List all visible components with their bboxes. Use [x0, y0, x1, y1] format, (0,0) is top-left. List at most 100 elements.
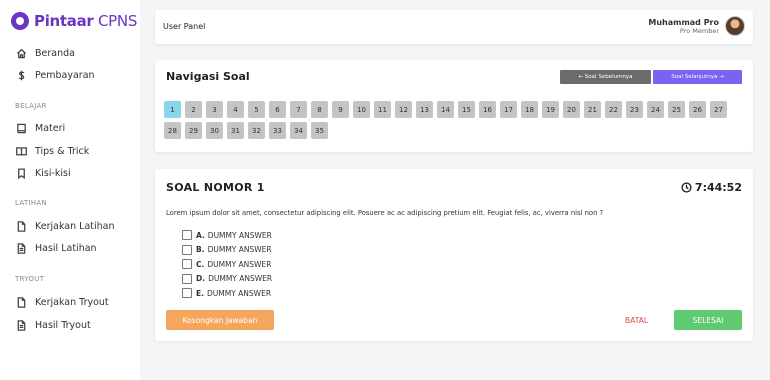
question-text: Lorem ipsum dolor sit amet, consectetur …: [166, 209, 604, 217]
brand-logo[interactable]: Pintaar CPNS: [11, 12, 137, 30]
file-text-icon: [15, 319, 27, 331]
sidebar-item-beranda[interactable]: Beranda: [15, 46, 75, 60]
option-letter: C.: [196, 259, 205, 269]
answer-checkbox[interactable]: [182, 288, 192, 299]
question-number-button[interactable]: 34: [290, 122, 307, 139]
question-number-button[interactable]: 30: [206, 122, 223, 139]
answer-checkbox[interactable]: [182, 273, 192, 284]
question-number-button[interactable]: 7: [290, 101, 307, 118]
section-label-tryout: TRYOUT: [15, 275, 45, 283]
option-text: DUMMY ANSWER: [208, 274, 273, 284]
sidebar-item-label: Hasil Tryout: [35, 319, 91, 331]
countdown-timer: 7:44:52: [681, 181, 742, 194]
answer-option-b[interactable]: B. DUMMY ANSWER: [182, 243, 272, 258]
sidebar-item-hasil-tryout[interactable]: Hasil Tryout: [15, 318, 91, 332]
question-number-button[interactable]: 27: [710, 101, 727, 118]
question-number-button[interactable]: 20: [563, 101, 580, 118]
file-icon: [15, 296, 27, 308]
answer-options: A. DUMMY ANSWER B. DUMMY ANSWER C. DUMMY AN…: [182, 228, 272, 301]
answer-option-a[interactable]: A. DUMMY ANSWER: [182, 228, 272, 243]
next-question-button[interactable]: Soal Selanjutnya →: [653, 70, 742, 84]
question-number-button[interactable]: 26: [689, 101, 706, 118]
dollar-icon: [15, 69, 27, 81]
question-number-button[interactable]: 32: [248, 122, 265, 139]
answer-checkbox[interactable]: [182, 259, 192, 270]
question-number-button[interactable]: 19: [542, 101, 559, 118]
question-number-button[interactable]: 10: [353, 101, 370, 118]
sidebar-item-label: Hasil Latihan: [35, 242, 97, 254]
question-number-button[interactable]: 13: [416, 101, 433, 118]
sidebar-item-label: Kisi-kisi: [35, 167, 71, 179]
sidebar-item-label: Kerjakan Tryout: [35, 296, 109, 308]
answer-option-c[interactable]: C. DUMMY ANSWER: [182, 257, 272, 272]
timer-value: 7:44:52: [694, 181, 742, 194]
bookmark-icon: [15, 167, 27, 179]
question-number-button[interactable]: 35: [311, 122, 328, 139]
question-number-button[interactable]: 4: [227, 101, 244, 118]
avatar[interactable]: [725, 16, 745, 36]
book-icon: [15, 122, 27, 134]
question-number-button[interactable]: 3: [206, 101, 223, 118]
finish-button[interactable]: SELESAI: [674, 310, 742, 330]
question-navigation-card: Navigasi Soal ← Soal Sebelumnya Soal Sel…: [155, 60, 753, 152]
answer-checkbox[interactable]: [182, 230, 192, 241]
question-title: SOAL NOMOR 1: [166, 181, 265, 194]
sidebar-item-pembayaran[interactable]: Pembayaran: [15, 68, 95, 82]
sidebar-item-tips-trick[interactable]: Tips & Trick: [15, 144, 89, 158]
section-label-belajar: BELAJAR: [15, 102, 47, 110]
question-number-button[interactable]: 11: [374, 101, 391, 118]
question-number-button[interactable]: 6: [269, 101, 286, 118]
user-role: Pro Member: [679, 26, 719, 35]
section-label-latihan: LATIHAN: [15, 199, 48, 207]
option-letter: E.: [196, 288, 204, 298]
answer-option-d[interactable]: D. DUMMY ANSWER: [182, 272, 272, 287]
cancel-button[interactable]: BATAL: [625, 316, 648, 325]
question-number-button[interactable]: 25: [668, 101, 685, 118]
brand-name: Pintaar CPNS: [34, 12, 138, 30]
question-number-button[interactable]: 33: [269, 122, 286, 139]
option-text: DUMMY ANSWER: [207, 259, 272, 269]
question-number-button[interactable]: 23: [626, 101, 643, 118]
top-bar: User Panel Muhammad Pro Pro Member: [155, 10, 753, 44]
page-title: User Panel: [163, 22, 206, 31]
question-card: SOAL NOMOR 1 7:44:52 Lorem ipsum dolor s…: [155, 169, 753, 341]
home-icon: [15, 47, 27, 59]
sidebar-item-hasil-latihan[interactable]: Hasil Latihan: [15, 241, 97, 255]
sidebar-item-label: Tips & Trick: [35, 145, 90, 157]
clear-answer-button[interactable]: Kosongkan Jawaban: [166, 310, 274, 330]
answer-option-e[interactable]: E. DUMMY ANSWER: [182, 286, 272, 301]
sidebar-item-label: Beranda: [35, 47, 75, 59]
question-number-button[interactable]: 5: [248, 101, 265, 118]
question-number-button[interactable]: 14: [437, 101, 454, 118]
question-number-button[interactable]: 21: [584, 101, 601, 118]
question-number-button[interactable]: 12: [395, 101, 412, 118]
sidebar-item-kisi-kisi[interactable]: Kisi-kisi: [15, 166, 71, 180]
sidebar-item-kerjakan-latihan[interactable]: Kerjakan Latihan: [15, 219, 115, 233]
question-number-button[interactable]: 18: [521, 101, 538, 118]
file-icon: [15, 220, 27, 232]
question-number-button[interactable]: 28: [164, 122, 181, 139]
question-number-button[interactable]: 9: [332, 101, 349, 118]
user-menu[interactable]: Muhammad Pro Pro Member: [648, 16, 745, 36]
question-number-button[interactable]: 31: [227, 122, 244, 139]
sidebar: Pintaar CPNS Beranda Pembayaran BELAJAR …: [0, 0, 140, 380]
logo-icon: [11, 12, 29, 30]
question-number-grid: 1 2 3 4 5 6 7 8 9 10 11 12 13 14 15 16 17 18 19 20 21 22 23 24 2…: [164, 101, 739, 139]
sidebar-item-label: Pembayaran: [35, 69, 95, 81]
question-number-button[interactable]: 15: [458, 101, 475, 118]
question-number-button[interactable]: 16: [479, 101, 496, 118]
question-number-button[interactable]: 1: [164, 101, 181, 118]
question-number-button[interactable]: 22: [605, 101, 622, 118]
question-number-button[interactable]: 17: [500, 101, 517, 118]
question-number-button[interactable]: 24: [647, 101, 664, 118]
question-number-button[interactable]: 2: [185, 101, 202, 118]
question-number-button[interactable]: 8: [311, 101, 328, 118]
option-text: DUMMY ANSWER: [207, 245, 272, 255]
previous-question-button[interactable]: ← Soal Sebelumnya: [560, 70, 651, 84]
answer-checkbox[interactable]: [182, 244, 192, 255]
sidebar-item-materi[interactable]: Materi: [15, 121, 65, 135]
sidebar-item-kerjakan-tryout[interactable]: Kerjakan Tryout: [15, 295, 109, 309]
sidebar-item-label: Materi: [35, 122, 66, 134]
option-letter: D.: [196, 274, 206, 284]
question-number-button[interactable]: 29: [185, 122, 202, 139]
